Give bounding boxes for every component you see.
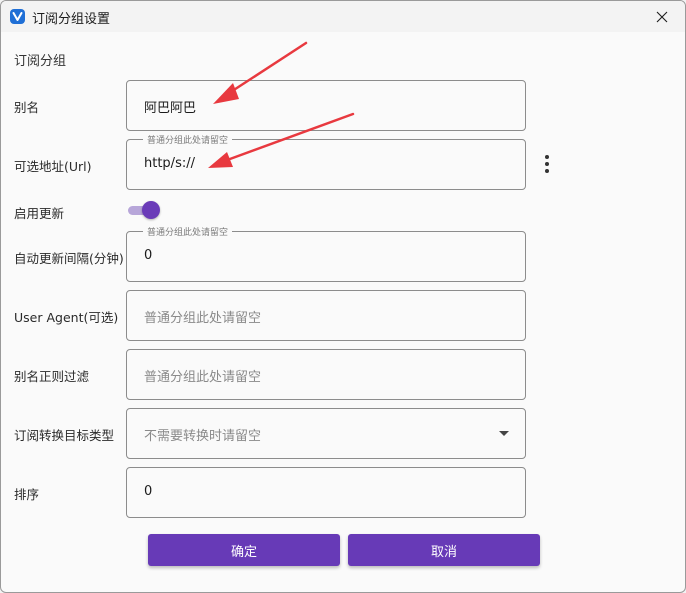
user-agent-placeholder: 普通分组此处请留空 bbox=[144, 311, 262, 326]
url-label: 可选地址(Url) bbox=[14, 159, 92, 174]
alias-regex-placeholder: 普通分组此处请留空 bbox=[144, 370, 262, 385]
url-input[interactable]: 普通分组此处请留空 http/s:// bbox=[126, 133, 526, 190]
cancel-button[interactable]: 取消 bbox=[348, 534, 540, 566]
enable-update-label: 启用更新 bbox=[14, 206, 65, 221]
toggle-thumb bbox=[142, 201, 160, 219]
url-value: http/s:// bbox=[144, 156, 195, 171]
more-options-button[interactable] bbox=[540, 152, 554, 176]
interval-legend: 普通分组此处请留空 bbox=[143, 225, 233, 238]
interval-label: 自动更新间隔(分钟) bbox=[14, 251, 124, 266]
convert-target-label: 订阅转换目标类型 bbox=[14, 428, 115, 443]
enable-update-toggle[interactable] bbox=[128, 201, 160, 219]
window-title: 订阅分组设置 bbox=[32, 12, 111, 27]
dropdown-arrow-icon bbox=[499, 431, 509, 436]
convert-target-select[interactable]: 不需要转换时请留空 bbox=[126, 408, 526, 459]
user-agent-input[interactable]: 普通分组此处请留空 bbox=[126, 290, 526, 341]
close-icon bbox=[656, 11, 668, 22]
confirm-button[interactable]: 确定 bbox=[148, 534, 340, 566]
sort-value: 0 bbox=[144, 484, 153, 499]
url-legend: 普通分组此处请留空 bbox=[143, 133, 233, 146]
dialog-window: 订阅分组设置 订阅分组 别名 阿巴阿巴 可选地址(Url) 普通分组此处请留空 … bbox=[0, 0, 686, 593]
sort-label: 排序 bbox=[14, 487, 40, 502]
app-logo-icon bbox=[10, 9, 25, 24]
alias-label: 别名 bbox=[14, 100, 40, 115]
title-bar: 订阅分组设置 bbox=[1, 1, 685, 32]
alias-value: 阿巴阿巴 bbox=[144, 101, 197, 116]
more-vert-icon bbox=[545, 155, 549, 159]
interval-value: 0 bbox=[144, 248, 153, 263]
alias-regex-label: 别名正则过滤 bbox=[14, 369, 90, 384]
alias-regex-input[interactable]: 普通分组此处请留空 bbox=[126, 349, 526, 400]
convert-target-placeholder: 不需要转换时请留空 bbox=[144, 429, 262, 444]
interval-input[interactable]: 普通分组此处请留空 0 bbox=[126, 225, 526, 282]
alias-input[interactable]: 阿巴阿巴 bbox=[126, 80, 526, 131]
user-agent-label: User Agent(可选) bbox=[14, 310, 119, 325]
close-button[interactable] bbox=[639, 1, 685, 32]
section-title: 订阅分组 bbox=[14, 54, 67, 69]
sort-input[interactable]: 0 bbox=[126, 467, 526, 518]
